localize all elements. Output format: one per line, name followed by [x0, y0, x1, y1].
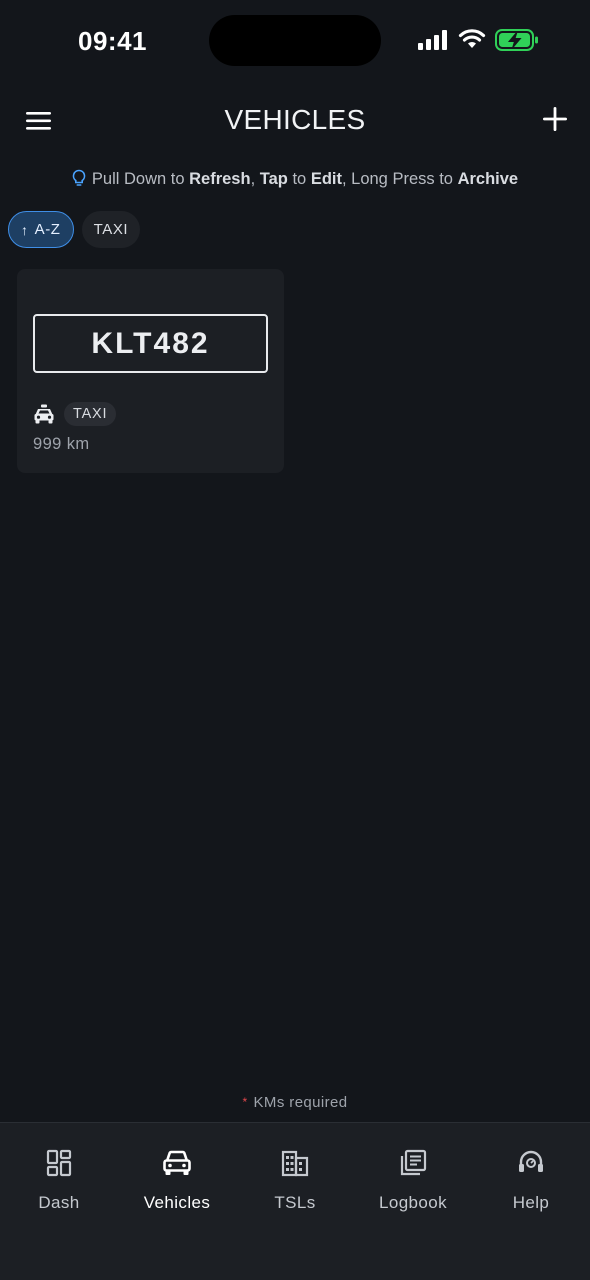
tab-logbook[interactable]: Logbook	[354, 1147, 472, 1213]
hint-text-2: to	[287, 170, 311, 188]
type-filter-chip[interactable]: TAXI	[81, 211, 141, 248]
tab-bar: Dash Vehicles TSLs Logbook Help	[0, 1122, 590, 1280]
sort-chip[interactable]: ↑ A-Z	[8, 211, 74, 248]
hint-text-1: Pull Down to	[91, 170, 190, 188]
wifi-icon	[458, 29, 486, 48]
status-time: 09:41	[78, 26, 147, 56]
tab-logbook-label: Logbook	[378, 1193, 448, 1212]
lightbulb-icon	[72, 169, 86, 186]
hint-edit: Edit	[310, 170, 342, 188]
tab-dash-label: Dash	[38, 1193, 80, 1212]
tab-help[interactable]: Help	[472, 1147, 590, 1213]
filter-chips: ↑ A-Z TAXI	[8, 211, 141, 248]
required-star: *	[242, 1095, 248, 1109]
tab-vehicles-label: Vehicles	[143, 1193, 211, 1212]
vehicle-type-row: TAXI	[33, 402, 117, 426]
license-plate: KLT482	[33, 314, 268, 373]
hint-refresh: Refresh	[189, 170, 251, 188]
dynamic-island	[209, 15, 381, 66]
status-bar: 09:41	[0, 0, 590, 80]
hint-text-3: Long Press to	[351, 170, 458, 188]
car-icon	[163, 1150, 191, 1175]
kms-required-text: KMs required	[253, 1094, 348, 1111]
dashboard-icon	[46, 1149, 72, 1177]
logbook-icon	[400, 1149, 427, 1176]
vehicle-card[interactable]: KLT482 TAXI 999 km	[17, 269, 284, 473]
type-filter-label: TAXI	[93, 221, 129, 238]
hint-sep-1: ,	[250, 170, 260, 188]
vehicle-km: 999 km	[33, 435, 90, 453]
app-header: VEHICLES	[0, 90, 590, 150]
hint-archive: Archive	[457, 170, 519, 188]
gesture-hint: Pull Down to Refresh, Tap to Edit, Long …	[0, 169, 590, 189]
cellular-signal-icon	[418, 30, 447, 50]
plus-icon[interactable]	[540, 104, 570, 134]
tab-dash[interactable]: Dash	[0, 1147, 118, 1213]
taxi-icon	[34, 404, 54, 424]
tab-help-label: Help	[512, 1193, 550, 1212]
vehicle-type-badge: TAXI	[64, 402, 117, 426]
building-icon	[281, 1150, 309, 1177]
battery-charging-icon	[495, 29, 538, 51]
sort-chip-label: A-Z	[34, 221, 61, 238]
sort-arrow-icon: ↑	[21, 221, 29, 238]
tab-tsls-label: TSLs	[274, 1193, 316, 1212]
page-title: VEHICLES	[224, 104, 366, 135]
tab-tsls[interactable]: TSLs	[236, 1147, 354, 1213]
tab-vehicles[interactable]: Vehicles	[118, 1147, 236, 1213]
headset-icon	[519, 1150, 543, 1172]
hint-tap: Tap	[259, 170, 288, 188]
hint-sep-2: ,	[341, 170, 352, 188]
kms-required-note: * KMs required	[0, 1094, 590, 1111]
